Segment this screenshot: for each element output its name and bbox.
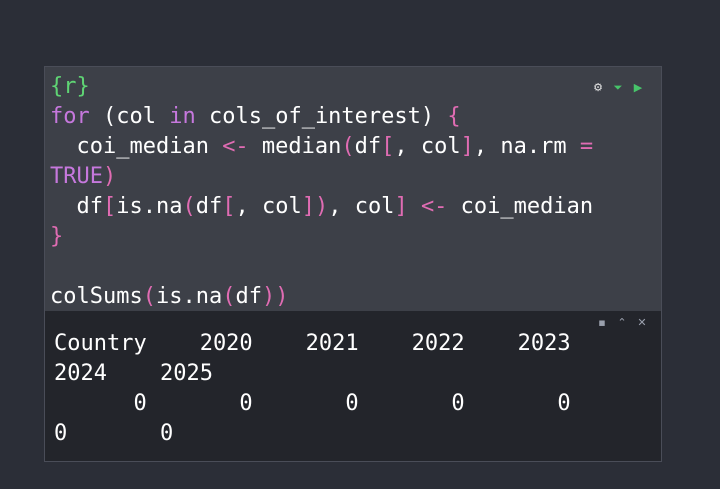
code-chunk[interactable]: {r} for (col in cols_of_interest) { coi_… [44,66,662,462]
output-line: 2024 2025 [54,361,213,386]
code-line-1: for (col in cols_of_interest) { [50,104,461,129]
code-editor[interactable]: {r} for (col in cols_of_interest) { coi_… [45,67,661,311]
collapse-icon[interactable]: ⌃ [615,316,629,329]
copy-icon[interactable]: ▪ [595,316,609,329]
close-icon[interactable]: ✕ [635,316,649,329]
chunk-header: {r} [50,74,90,99]
play-icon[interactable]: ▶ [631,81,645,95]
code-line-5: } [50,224,64,249]
output-text: Country 2020 2021 2022 2023 2024 2025 0 … [54,329,571,449]
code-lines[interactable]: {r} for (col in cols_of_interest) { coi_… [50,72,593,312]
output-toolbar: ▪ ⌃ ✕ [595,316,649,329]
output-line: 0 0 [54,421,174,446]
output-line: Country 2020 2021 2022 2023 [54,331,571,356]
code-line-4: df[is.na(df[, col]), col] <- coi_median [50,194,594,219]
output-line: 0 0 0 0 0 [54,391,571,416]
code-line-3: TRUE) [50,164,117,189]
chunk-toolbar: ⚙ ⏷ ▶ [591,81,645,95]
run-above-icon[interactable]: ⏷ [611,81,625,95]
gear-icon[interactable]: ⚙ [591,81,605,95]
code-line-7: colSums(is.na(df)) [50,284,289,309]
code-line-2: coi_median <- median(df[, col], na.rm = [50,134,594,159]
chunk-output: ▪ ⌃ ✕ Country 2020 2021 2022 2023 2024 2… [45,311,661,461]
